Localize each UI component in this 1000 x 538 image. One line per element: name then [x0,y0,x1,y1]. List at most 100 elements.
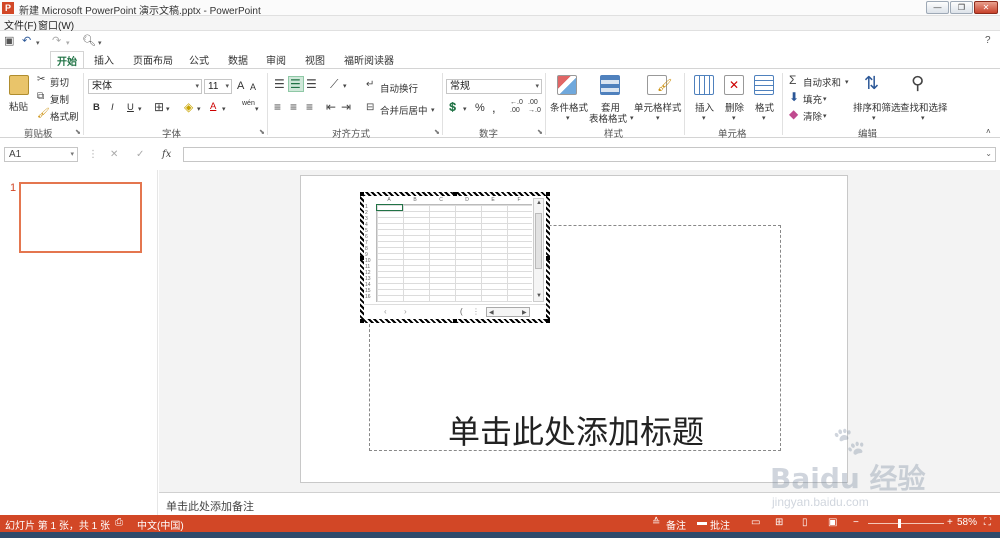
format-as-table-icon[interactable] [600,75,620,95]
formula-input[interactable]: ⌄ [183,147,996,162]
wrap-text-icon[interactable]: ↵ [366,79,374,91]
clear-dropdown-icon[interactable]: ▾ [823,111,827,123]
column-header[interactable]: F [506,197,532,204]
fit-slide-icon[interactable]: ⛶ [984,517,991,528]
merge-center-button[interactable]: 合并后居中 [380,103,428,117]
column-header[interactable]: C [428,197,454,204]
orientation-dropdown-icon[interactable]: ▾ [343,81,347,93]
horizontal-scrollbar[interactable]: ◀ ▶ [486,307,530,317]
menu-window[interactable]: 窗口(W) [38,17,74,32]
redo-dropdown-icon[interactable]: ▾ [66,38,70,50]
clear-button[interactable]: 清除 [803,109,822,123]
slide-sorter-icon[interactable]: ⊞ [775,517,783,528]
zoom-out-button[interactable]: − [853,517,859,528]
merge-center-icon[interactable]: ⊟ [366,102,374,114]
resize-handle[interactable] [546,192,550,196]
conditional-dropdown-icon[interactable]: ▾ [566,113,570,125]
format-as-table-dropdown-icon[interactable]: ▾ [630,113,634,125]
grow-font-button[interactable]: A [237,80,244,92]
format-painter-button[interactable]: 格式刷 [50,109,79,123]
increase-decimal-button[interactable]: ←.0 .00 [510,99,523,115]
fill-button[interactable]: 填充 [803,92,822,106]
format-cells-button[interactable]: 格式 [755,100,774,114]
sort-filter-dropdown-icon[interactable]: ▾ [872,113,876,125]
close-button[interactable]: ✕ [974,1,998,14]
tab-review[interactable]: 审阅 [266,52,286,67]
resize-handle[interactable] [453,192,457,196]
insert-dropdown-icon[interactable]: ▾ [702,113,706,125]
confirm-entry-icon[interactable]: ✓ [136,149,144,160]
cell-styles-button[interactable]: 单元格样式 [634,100,682,114]
autosum-icon[interactable]: Σ [789,74,796,86]
language-status[interactable]: 中文(中国) [137,517,184,532]
phonetic-button[interactable]: wén [242,100,255,107]
tab-view[interactable]: 视图 [305,52,325,67]
help-icon[interactable]: ? [985,35,991,46]
italic-button[interactable]: I [111,102,114,113]
vertical-scrollbar[interactable]: ▲ ▼ [533,198,544,302]
undo-dropdown-icon[interactable]: ▾ [36,38,40,50]
paste-icon[interactable] [9,75,29,95]
notes-toggle-button[interactable]: 备注 [666,517,686,532]
scroll-up-icon[interactable]: ▲ [536,200,542,206]
spell-check-icon[interactable]: ⎙ [115,517,123,528]
resize-handle[interactable] [360,319,364,323]
borders-icon[interactable]: ⊞ [154,101,164,113]
align-middle-icon[interactable]: ☰ [290,78,301,90]
delete-cells-button[interactable]: 删除 [725,100,744,114]
clipboard-launcher-icon[interactable]: ⬊ [75,128,81,136]
zoom-in-button[interactable]: + [947,517,953,528]
name-box[interactable]: A1 ▾ [4,147,78,162]
align-center-icon[interactable]: ≡ [290,101,297,113]
cut-icon[interactable]: ✂ [37,74,45,86]
resize-handle[interactable] [546,319,550,323]
tab-page-layout[interactable]: 页面布局 [133,52,173,67]
phonetic-dropdown-icon[interactable]: ▾ [255,104,259,116]
customize-qat-icon[interactable]: ▾ [98,38,102,50]
tab-data[interactable]: 数据 [228,52,248,67]
format-dropdown-icon[interactable]: ▾ [762,113,766,125]
cancel-entry-icon[interactable]: ✕ [110,149,118,160]
reading-view-icon[interactable]: ▯ [802,517,808,528]
copy-button[interactable]: 复制 [50,92,69,106]
title-placeholder-text[interactable]: 单击此处添加标题 [370,407,782,453]
underline-button[interactable]: U [127,102,134,113]
split-handle-icon[interactable]: ⋮ [472,307,480,316]
fill-dropdown-icon[interactable]: ▾ [823,94,827,106]
number-format-select[interactable]: 常规 ▾ [446,79,542,94]
row-header[interactable]: 16 [365,294,375,300]
redo-icon[interactable]: ↷ [52,35,61,47]
orientation-icon[interactable]: ⟋ [330,78,338,90]
expand-formula-icon[interactable]: ⌄ [985,149,992,158]
borders-dropdown-icon[interactable]: ▾ [166,104,170,116]
bold-button[interactable]: B [93,102,100,113]
shrink-font-button[interactable]: A [250,82,256,92]
paste-button[interactable]: 粘贴 [9,99,28,113]
resize-handle[interactable] [360,192,364,196]
find-select-dropdown-icon[interactable]: ▾ [921,113,925,125]
column-header[interactable]: D [454,197,480,204]
embedded-worksheet[interactable]: A B C D E F 1 2 3 4 5 6 7 8 9 10 11 12 1… [360,192,550,323]
font-size-select[interactable]: 11 ▾ [204,79,232,94]
merge-dropdown-icon[interactable]: ▾ [431,105,435,117]
binoculars-icon[interactable]: ⚲ [911,74,924,92]
column-header[interactable]: B [402,197,428,204]
align-top-icon[interactable]: ☰ [274,78,285,90]
scrollbar-thumb[interactable] [535,213,542,269]
decrease-indent-icon[interactable]: ⇤ [326,101,336,113]
resize-handle[interactable] [453,319,457,323]
cell-grid[interactable] [376,204,532,302]
scroll-right-icon[interactable]: ▶ [522,309,527,316]
autosum-button[interactable]: 自动求和 [803,75,841,89]
insert-function-icon[interactable]: fx [162,149,171,160]
zoom-slider-thumb[interactable] [898,519,901,528]
insert-cells-button[interactable]: 插入 [695,100,714,114]
normal-view-icon[interactable]: ▭ [751,517,760,528]
sheet-prev-icon[interactable]: ‹ [384,307,387,316]
tab-insert[interactable]: 插入 [94,52,114,67]
sort-filter-button[interactable]: 排序和筛选 [853,100,901,114]
format-painter-icon[interactable]: 🖌︎ [37,108,50,120]
decrease-decimal-button[interactable]: .00 →.0 [528,99,541,115]
font-launcher-icon[interactable]: ⬊ [259,128,265,136]
slide-thumbnail[interactable] [19,182,142,253]
